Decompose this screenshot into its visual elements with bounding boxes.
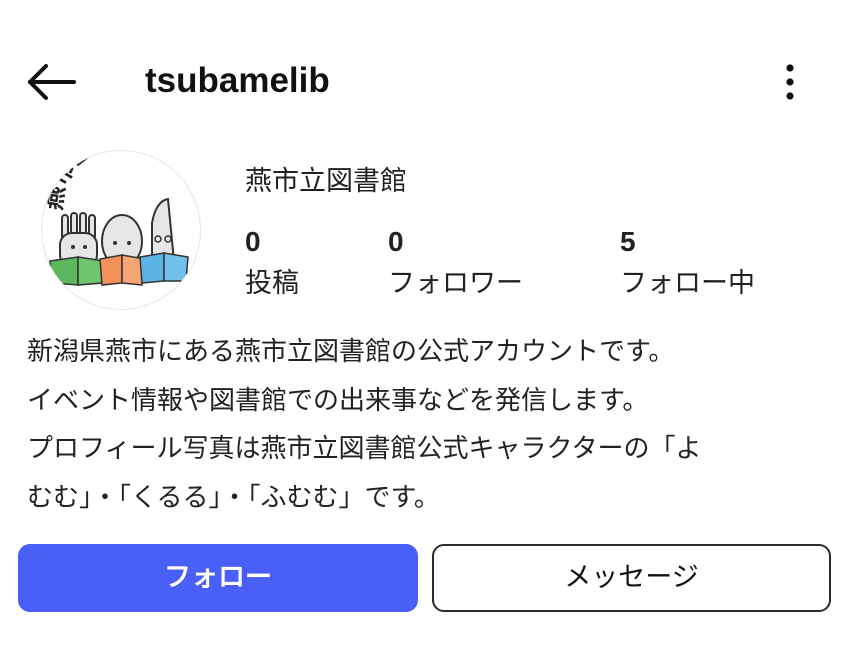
posts-label: 投稿 [245,268,299,299]
library-mascots-logo: 燕市立図書館 [42,151,189,286]
followers-label: フォロワー [388,268,523,299]
followers-count: 0 [388,226,404,257]
following-label: フォロー中 [620,268,755,299]
avatar-arc-text: 燕市立図書館 [42,151,175,212]
arrow-left-icon [28,64,76,100]
message-button[interactable]: メッセージ [432,544,831,612]
more-options-button[interactable] [772,60,808,104]
knife-mascot [151,197,176,262]
bio-line: イベント情報や図書館での出来事などを発信します。 [27,385,649,416]
display-name: 燕市立図書館 [245,166,407,197]
profile-avatar[interactable]: 燕市立図書館 [41,150,201,310]
svg-text:燕市立図書館: 燕市立図書館 [42,151,175,212]
stat-following[interactable]: 5 フォロー中 [620,222,755,306]
bio-line: むむ」・「くるる」・「ふむむ」です。 [27,482,440,513]
bio-line: プロフィール写真は燕市立図書館公式キャラクターの「よ [27,434,702,464]
bio-line: 新潟県燕市にある燕市立図書館の公式アカウントです。 [27,337,675,367]
posts-count: 0 [245,226,261,257]
stat-followers[interactable]: 0 フォロワー [388,222,523,306]
username: tsubamelib [145,61,330,100]
back-button[interactable] [22,60,82,104]
following-count: 5 [620,226,636,257]
books [49,252,189,286]
more-vertical-icon [786,64,794,100]
profile-bio: 新潟県燕市にある燕市立図書館の公式アカウントです。 イベント情報や図書館での出来… [27,328,827,522]
follow-button[interactable]: フォロー [18,544,418,612]
stat-posts[interactable]: 0 投稿 [245,222,299,306]
profile-header: tsubamelib [0,0,850,160]
